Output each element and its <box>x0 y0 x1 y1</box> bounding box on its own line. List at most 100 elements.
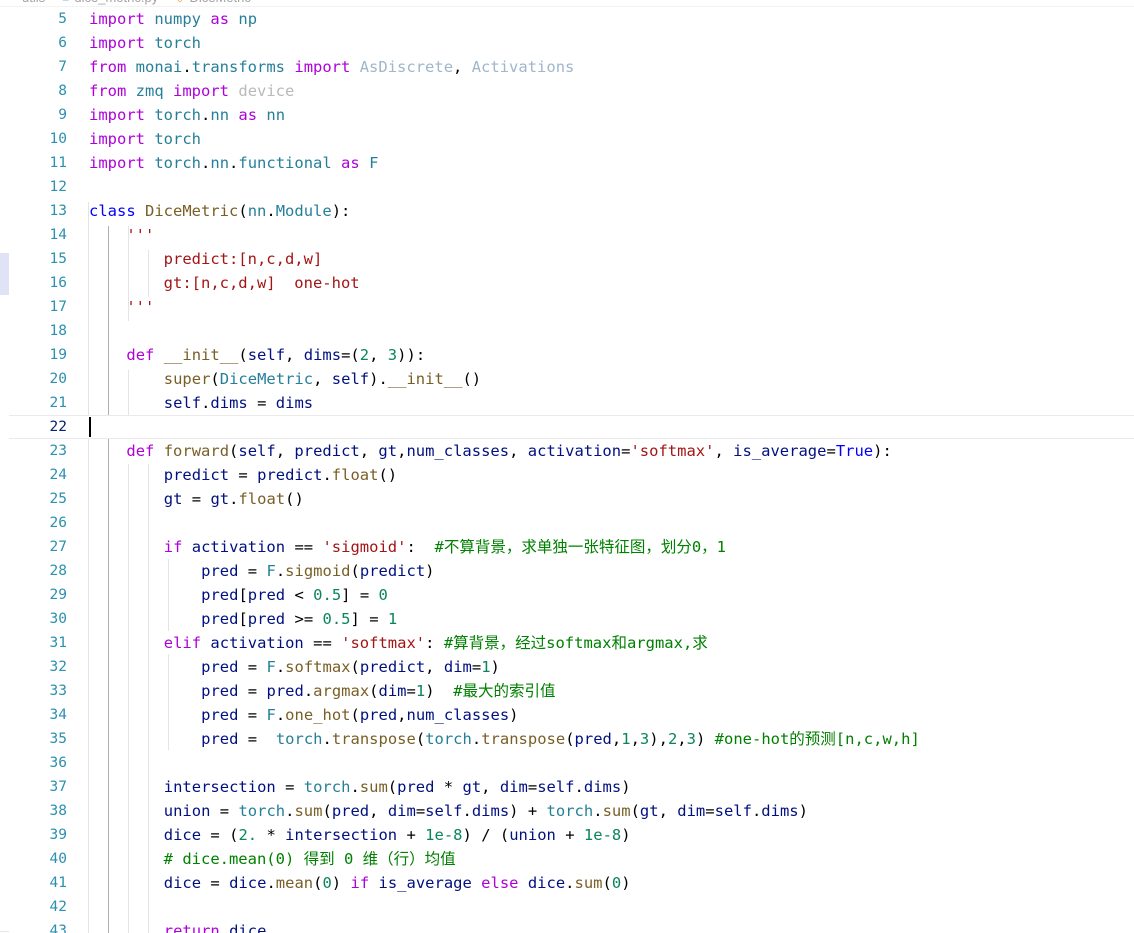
line-number: 27 <box>49 539 67 555</box>
code-line[interactable]: 19 def __init__(self, dims=(2, 3)): <box>9 343 1134 367</box>
code-line[interactable]: 12 <box>9 175 1134 199</box>
code-line[interactable]: 22 <box>9 415 1134 439</box>
line-content[interactable]: def forward(self, predict, gt,num_classe… <box>89 439 891 463</box>
breadcrumb-separator-icon-2: > <box>163 0 170 4</box>
line-content[interactable]: return dice <box>89 919 267 933</box>
line-number: 18 <box>49 323 67 339</box>
code-line[interactable]: 5 import numpy as np <box>9 7 1134 31</box>
line-content[interactable]: predict = predict.float() <box>89 463 397 487</box>
line-content[interactable]: intersection = torch.sum(pred * gt, dim=… <box>89 775 631 799</box>
code-line[interactable]: 25 gt = gt.float() <box>9 487 1134 511</box>
code-line[interactable]: 31 elif activation == 'softmax': #算背景，经过… <box>9 631 1134 655</box>
code-line[interactable]: 8 from zmq import device <box>9 79 1134 103</box>
line-number: 8 <box>58 83 67 99</box>
code-line[interactable]: 29 pred[pred < 0.5] = 0 <box>9 583 1134 607</box>
code-line[interactable]: 13 class DiceMetric(nn.Module): <box>9 199 1134 223</box>
code-line[interactable]: 28 pred = F.sigmoid(predict) <box>9 559 1134 583</box>
code-line[interactable]: 14 ''' <box>9 223 1134 247</box>
code-line[interactable]: 30 pred[pred >= 0.5] = 1 <box>9 607 1134 631</box>
overview-ruler-marker[interactable] <box>0 253 9 295</box>
code-line[interactable]: 20 super(DiceMetric, self).__init__() <box>9 367 1134 391</box>
line-content[interactable]: import torch.nn as nn <box>89 103 285 127</box>
line-content[interactable]: pred[pred < 0.5] = 0 <box>89 583 388 607</box>
class-symbol-icon: ◇ <box>175 0 184 4</box>
line-number: 43 <box>49 923 67 933</box>
line-content[interactable]: if activation == 'sigmoid': #不算背景，求单独一张特… <box>89 535 726 559</box>
code-line[interactable]: 40 # dice.mean(0) 得到 0 维（行）均值 <box>9 847 1134 871</box>
line-number: 42 <box>49 899 67 915</box>
line-content[interactable]: from monai.transforms import AsDiscrete,… <box>89 55 574 79</box>
breadcrumb-separator-icon: > <box>50 0 57 4</box>
line-content[interactable]: pred = F.sigmoid(predict) <box>89 559 434 583</box>
line-content[interactable]: def __init__(self, dims=(2, 3)): <box>89 343 425 367</box>
code-line[interactable]: 6 import torch <box>9 31 1134 55</box>
code-line[interactable]: 39 dice = (2. * intersection + 1e-8) / (… <box>9 823 1134 847</box>
code-line[interactable]: 38 union = torch.sum(pred, dim=self.dims… <box>9 799 1134 823</box>
line-content[interactable]: pred = torch.transpose(torch.transpose(p… <box>89 727 920 751</box>
line-content[interactable]: # dice.mean(0) 得到 0 维（行）均值 <box>89 847 456 871</box>
code-line[interactable]: 15 predict:[n,c,d,w] <box>9 247 1134 271</box>
line-number: 38 <box>49 803 67 819</box>
line-content[interactable]: pred[pred >= 0.5] = 1 <box>89 607 397 631</box>
line-content[interactable]: super(DiceMetric, self).__init__() <box>89 367 481 391</box>
line-content[interactable]: union = torch.sum(pred, dim=self.dims) +… <box>89 799 808 823</box>
code-line[interactable]: 11 import torch.nn.functional as F <box>9 151 1134 175</box>
line-content[interactable]: import torch <box>89 31 201 55</box>
code-line[interactable]: 23 def forward(self, predict, gt,num_cla… <box>9 439 1134 463</box>
code-line[interactable]: 21 self.dims = dims <box>9 391 1134 415</box>
line-number: 6 <box>58 35 67 51</box>
line-content[interactable]: pred = F.softmax(predict, dim=1) <box>89 655 500 679</box>
line-content[interactable]: import numpy as np <box>89 7 257 31</box>
code-line[interactable]: 26 <box>9 511 1134 535</box>
line-content[interactable]: pred = F.one_hot(pred,num_classes) <box>89 703 518 727</box>
code-line[interactable]: 42 <box>9 895 1134 919</box>
line-number: 16 <box>49 275 67 291</box>
line-content[interactable]: import torch.nn.functional as F <box>89 151 378 175</box>
overview-ruler[interactable] <box>0 0 9 933</box>
code-line[interactable]: 16 gt:[n,c,d,w] one-hot <box>9 271 1134 295</box>
line-number: 32 <box>49 659 67 675</box>
line-number: 14 <box>49 227 67 243</box>
code-line[interactable]: 34 pred = F.one_hot(pred,num_classes) <box>9 703 1134 727</box>
line-number: 35 <box>49 731 67 747</box>
code-line[interactable]: 37 intersection = torch.sum(pred * gt, d… <box>9 775 1134 799</box>
line-content[interactable]: ''' <box>89 295 154 319</box>
code-line[interactable]: 41 dice = dice.mean(0) if is_average els… <box>9 871 1134 895</box>
line-number: 15 <box>49 251 67 267</box>
text-cursor <box>89 417 91 437</box>
line-content[interactable]: gt = gt.float() <box>89 487 304 511</box>
code-editor-window: utils > ■ dice_metric.py > ◇ DiceMetric … <box>0 0 1134 933</box>
code-line[interactable]: 33 pred = pred.argmax(dim=1) #最大的索引值 <box>9 679 1134 703</box>
code-line[interactable]: 32 pred = F.softmax(predict, dim=1) <box>9 655 1134 679</box>
line-content[interactable]: from zmq import device <box>89 79 294 103</box>
code-line[interactable]: 18 <box>9 319 1134 343</box>
code-content-area[interactable]: 5 import numpy as np 6 import torch 7 from mo… <box>9 7 1134 933</box>
line-content[interactable]: predict:[n,c,d,w] <box>89 247 323 271</box>
line-content[interactable]: dice = dice.mean(0) if is_average else d… <box>89 871 631 895</box>
code-line[interactable]: 43 return dice <box>9 919 1134 933</box>
code-line[interactable]: 10 import torch <box>9 127 1134 151</box>
line-content[interactable]: dice = (2. * intersection + 1e-8) / (uni… <box>89 823 631 847</box>
line-content[interactable]: self.dims = dims <box>89 391 313 415</box>
code-line[interactable]: 35 pred = torch.transpose(torch.transpos… <box>9 727 1134 751</box>
breadcrumb-file[interactable]: dice_metric.py <box>74 0 158 5</box>
line-number: 34 <box>49 707 67 723</box>
code-line[interactable]: 7 from monai.transforms import AsDiscrete… <box>9 55 1134 79</box>
line-number: 30 <box>49 611 67 627</box>
breadcrumb-symbol[interactable]: DiceMetric <box>189 0 250 5</box>
line-content[interactable]: gt:[n,c,d,w] one-hot <box>89 271 360 295</box>
line-content[interactable]: elif activation == 'softmax': #算背景，经过sof… <box>89 631 708 655</box>
breadcrumb-folder[interactable]: utils <box>22 0 45 5</box>
code-line[interactable]: 9 import torch.nn as nn <box>9 103 1134 127</box>
line-number: 41 <box>49 875 67 891</box>
line-content[interactable]: pred = pred.argmax(dim=1) #最大的索引值 <box>89 679 555 703</box>
line-number: 21 <box>49 395 67 411</box>
line-number: 12 <box>49 179 67 195</box>
code-line[interactable]: 24 predict = predict.float() <box>9 463 1134 487</box>
line-content[interactable]: ''' <box>89 223 154 247</box>
line-content[interactable]: class DiceMetric(nn.Module): <box>89 199 350 223</box>
line-content[interactable]: import torch <box>89 127 201 151</box>
code-line[interactable]: 17 ''' <box>9 295 1134 319</box>
code-line[interactable]: 36 <box>9 751 1134 775</box>
code-line[interactable]: 27 if activation == 'sigmoid': #不算背景，求单独… <box>9 535 1134 559</box>
